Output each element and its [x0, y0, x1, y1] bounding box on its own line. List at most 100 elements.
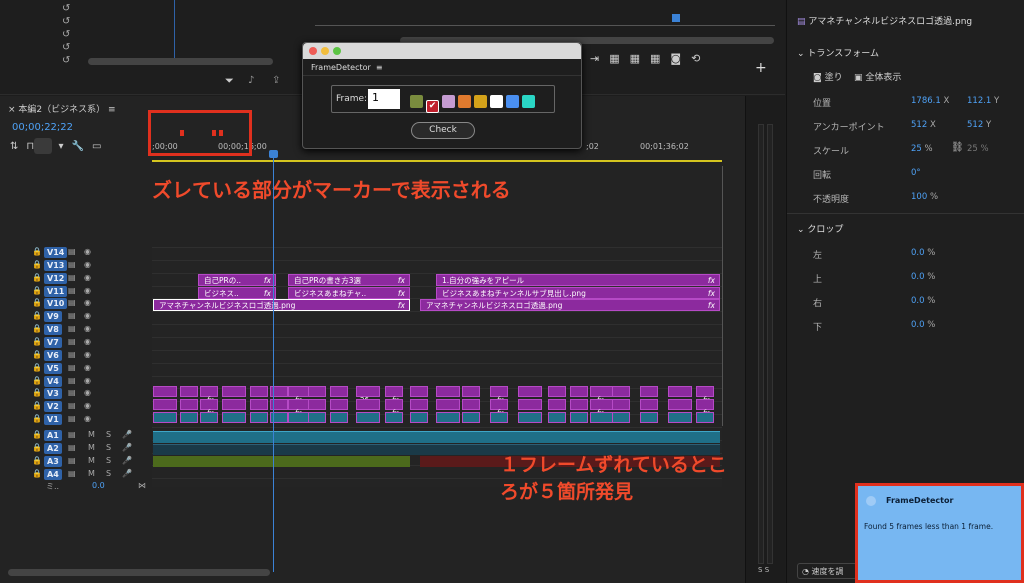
- clip[interactable]: [308, 386, 326, 397]
- color-swatch[interactable]: [410, 95, 423, 108]
- clip[interactable]: [668, 412, 692, 423]
- clip[interactable]: [250, 412, 268, 423]
- crop-left-value[interactable]: 0.0 %: [911, 248, 935, 258]
- clip[interactable]: [436, 386, 460, 397]
- lock-icon[interactable]: 🔒: [32, 247, 42, 256]
- fill-row[interactable]: ◙ 塗り ▣ 全体表示: [813, 70, 901, 83]
- speed-button[interactable]: ◔ 速度を調: [797, 563, 857, 579]
- lock-icon[interactable]: 🔒: [32, 414, 42, 423]
- video-track-header[interactable]: 🔒 V6 ▤ ◉: [28, 349, 148, 362]
- clip[interactable]: [250, 386, 268, 397]
- color-swatch[interactable]: [458, 95, 471, 108]
- video-track-header[interactable]: 🔒 V9 ▤ ◉: [28, 311, 148, 323]
- timeline-scroll[interactable]: [8, 569, 270, 576]
- video-track-header[interactable]: 🔒 V5 ▤ ◉: [28, 362, 148, 375]
- clip[interactable]: [356, 399, 380, 410]
- playhead-handle[interactable]: [269, 150, 278, 158]
- clip[interactable]: [548, 399, 566, 410]
- lock-icon[interactable]: 🔒: [32, 456, 42, 465]
- eye-icon[interactable]: ◉: [84, 401, 91, 410]
- clip[interactable]: [222, 412, 246, 423]
- clip[interactable]: [518, 386, 542, 397]
- track-label[interactable]: V1: [44, 414, 62, 426]
- color-swatch[interactable]: [522, 95, 535, 108]
- clip[interactable]: fx: [200, 386, 218, 404]
- clip[interactable]: [308, 399, 326, 410]
- sync-icon[interactable]: ▤: [68, 324, 76, 333]
- clip[interactable]: [570, 399, 588, 410]
- track-label[interactable]: V11: [44, 285, 68, 297]
- timeline-playhead[interactable]: [273, 152, 274, 572]
- position-y[interactable]: 112.1 Y: [967, 96, 999, 106]
- crop-header[interactable]: ⌄ クロップ: [797, 222, 843, 235]
- clip[interactable]: [518, 412, 542, 423]
- color-swatch[interactable]: [474, 95, 487, 108]
- clip[interactable]: [222, 399, 246, 410]
- lock-icon[interactable]: 🔒: [32, 311, 42, 320]
- sequence-tab[interactable]: × 本編2（ビジネス系） ≡: [8, 102, 116, 115]
- clip[interactable]: fx: [490, 386, 508, 404]
- audio-track-header[interactable]: 🔒 A3 ▤ M S 🎤: [28, 455, 148, 468]
- clip[interactable]: fx: [696, 386, 714, 404]
- track-label[interactable]: V4: [44, 375, 62, 387]
- lock-icon[interactable]: 🔒: [32, 324, 42, 333]
- clip[interactable]: [668, 386, 692, 397]
- video-track-header[interactable]: 🔒 V13 ▤ ◉: [28, 259, 148, 272]
- track-label[interactable]: V2: [44, 401, 62, 413]
- sync-icon[interactable]: ▤: [68, 456, 76, 465]
- sync-icon[interactable]: ▤: [68, 350, 76, 359]
- transform-header[interactable]: ⌄ トランスフォーム: [797, 46, 879, 59]
- eye-icon[interactable]: ◉: [84, 324, 91, 333]
- mic-icon[interactable]: 🎤: [122, 469, 132, 478]
- clip[interactable]: [570, 412, 588, 423]
- eye-icon[interactable]: ◉: [84, 376, 91, 385]
- clip[interactable]: [462, 412, 480, 423]
- clip[interactable]: [436, 412, 460, 423]
- crop-bottom-value[interactable]: 0.0 %: [911, 320, 935, 330]
- snap-toggle[interactable]: [34, 138, 52, 154]
- check-button[interactable]: Check: [411, 122, 475, 139]
- solo-button[interactable]: S: [106, 469, 111, 478]
- sync-icon[interactable]: ▤: [68, 388, 76, 397]
- anchor-y[interactable]: 512 Y: [967, 120, 991, 130]
- clip[interactable]: [570, 386, 588, 397]
- lock-icon[interactable]: 🔒: [32, 350, 42, 359]
- track-label[interactable]: A2: [44, 442, 62, 454]
- clip[interactable]: fx: [385, 399, 403, 417]
- clip[interactable]: [356, 412, 380, 423]
- video-track-header[interactable]: 🔒 V2 ▤ ◉: [28, 401, 148, 413]
- eye-icon[interactable]: ◉: [84, 350, 91, 359]
- eye-icon[interactable]: ◉: [84, 414, 91, 423]
- clip[interactable]: [180, 386, 198, 397]
- clip[interactable]: [330, 386, 348, 397]
- clip[interactable]: fx: [385, 386, 403, 404]
- clip[interactable]: [200, 412, 218, 423]
- sync-icon[interactable]: ▤: [68, 337, 76, 346]
- audio-track-header[interactable]: 🔒 A4 ▤ M S 🎤: [28, 468, 148, 481]
- sync-icon[interactable]: ▤: [68, 363, 76, 372]
- mic-icon[interactable]: 🎤: [122, 430, 132, 439]
- clip[interactable]: [180, 399, 198, 410]
- solo-button[interactable]: S: [106, 430, 111, 439]
- track-label[interactable]: V6: [44, 349, 62, 361]
- audio-track-header[interactable]: 🔒 A2 ▤ M S 🎤: [28, 442, 148, 455]
- mute-button[interactable]: M: [88, 456, 95, 465]
- mute-button[interactable]: M: [88, 430, 95, 439]
- clip[interactable]: [410, 399, 428, 410]
- clip[interactable]: [153, 412, 177, 423]
- eye-icon[interactable]: ◉: [84, 298, 91, 307]
- clip-selected[interactable]: アマネチャンネルビジネスロゴ透過.png fx: [153, 299, 410, 311]
- sync-icon[interactable]: ▤: [68, 260, 76, 269]
- program-playhead[interactable]: [672, 14, 680, 22]
- link-icon[interactable]: ⛓: [951, 142, 964, 153]
- eye-icon[interactable]: ◉: [84, 311, 91, 320]
- sync-icon[interactable]: ▤: [68, 286, 76, 295]
- mix-end-icon[interactable]: ⋈: [138, 481, 146, 490]
- rotation-value[interactable]: 0°: [911, 168, 921, 178]
- eye-icon[interactable]: ◉: [84, 273, 91, 282]
- maximize-icon[interactable]: [333, 47, 341, 55]
- video-track-header[interactable]: 🔒 V7 ▤ ◉: [28, 336, 148, 349]
- mute-button[interactable]: M: [88, 469, 95, 478]
- track-label[interactable]: A4: [44, 468, 62, 480]
- export-icon[interactable]: ⇪: [272, 75, 280, 86]
